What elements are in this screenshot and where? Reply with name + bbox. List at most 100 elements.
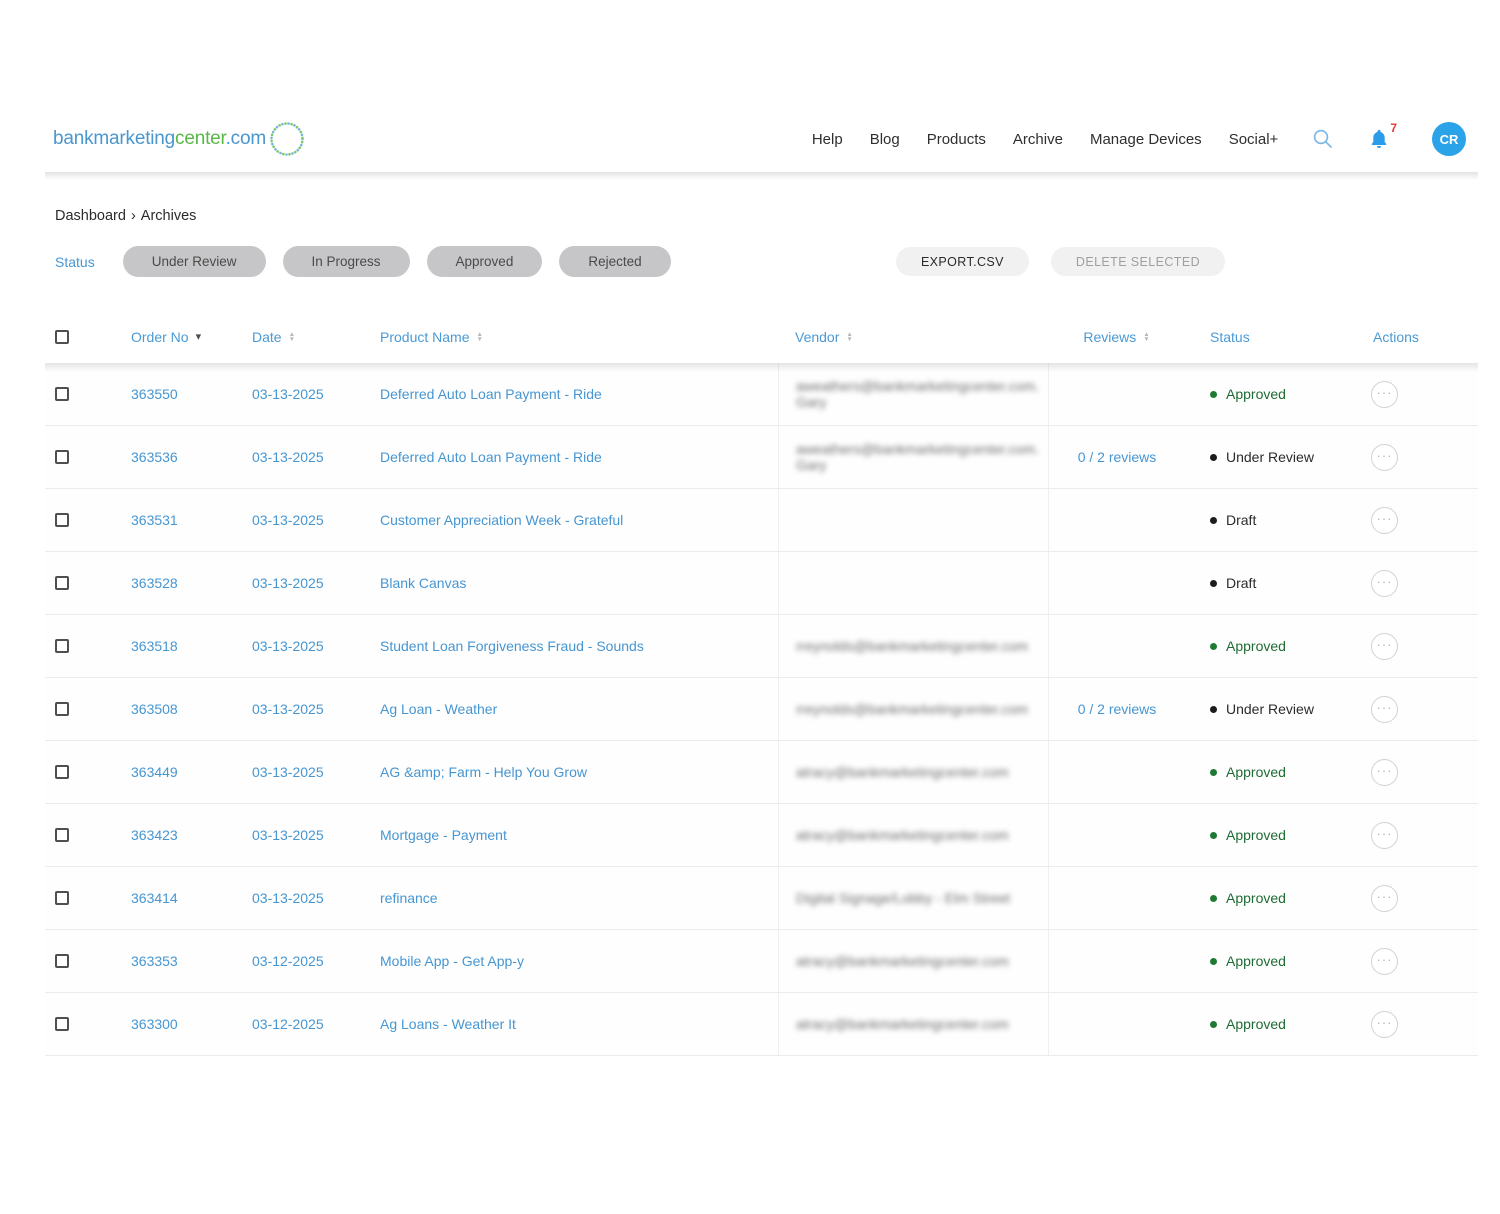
vendor-text: rreynolds@bankmarketingcenter.com xyxy=(796,638,1028,654)
logo[interactable]: bankmarketingcenter.com xyxy=(53,128,292,150)
row-actions-button[interactable]: ··· xyxy=(1371,507,1398,534)
row-actions-button[interactable]: ··· xyxy=(1371,948,1398,975)
col-header-vendor[interactable]: Vendor ▲▼ xyxy=(778,329,1048,345)
col-header-reviews[interactable]: Reviews ▲▼ xyxy=(1048,329,1185,345)
ellipsis-icon: ··· xyxy=(1377,574,1393,589)
nav-manage-devices[interactable]: Manage Devices xyxy=(1090,131,1202,148)
export-csv-button[interactable]: EXPORT.CSV xyxy=(896,247,1029,276)
row-checkbox[interactable] xyxy=(55,765,69,779)
ellipsis-icon: ··· xyxy=(1377,889,1393,904)
breadcrumb-dashboard[interactable]: Dashboard xyxy=(55,208,126,224)
product-name-link[interactable]: Ag Loans - Weather It xyxy=(380,1016,516,1032)
row-actions-button[interactable]: ··· xyxy=(1371,1011,1398,1038)
nav-blog[interactable]: Blog xyxy=(870,131,900,148)
status-label: Approved xyxy=(1226,386,1286,402)
status-label: Draft xyxy=(1226,512,1256,528)
nav-archive[interactable]: Archive xyxy=(1013,131,1063,148)
product-name-link[interactable]: Customer Appreciation Week - Grateful xyxy=(380,512,623,528)
reviews-link[interactable]: 0 / 2 reviews xyxy=(1078,701,1157,717)
product-name-link[interactable]: Mortgage - Payment xyxy=(380,827,507,843)
row-actions-button[interactable]: ··· xyxy=(1371,381,1398,408)
status-dot xyxy=(1210,391,1217,398)
nav-products[interactable]: Products xyxy=(927,131,986,148)
row-checkbox[interactable] xyxy=(55,954,69,968)
reviews-link[interactable]: 0 / 2 reviews xyxy=(1078,449,1157,465)
logo-text-green: center xyxy=(175,128,226,149)
row-actions-button[interactable]: ··· xyxy=(1371,570,1398,597)
table-row: 363536 03-13-2025 Deferred Auto Loan Pay… xyxy=(45,426,1478,489)
status-dot xyxy=(1210,706,1217,713)
select-all-cell xyxy=(45,330,131,344)
filter-in-progress-button[interactable]: In Progress xyxy=(283,246,410,277)
date-text: 03-13-2025 xyxy=(252,890,324,906)
order-no-link[interactable]: 363528 xyxy=(131,575,178,591)
row-checkbox[interactable] xyxy=(55,702,69,716)
row-checkbox[interactable] xyxy=(55,513,69,527)
order-no-link[interactable]: 363353 xyxy=(131,953,178,969)
status-label: Approved xyxy=(1226,764,1286,780)
order-no-link[interactable]: 363300 xyxy=(131,1016,178,1032)
col-header-order-no[interactable]: Order No ▾ xyxy=(131,329,252,345)
table-header: Order No ▾ Date ▲▼ Product Name ▲▼ Vendo… xyxy=(45,311,1478,363)
order-no-link[interactable]: 363508 xyxy=(131,701,178,717)
product-name-link[interactable]: Student Loan Forgiveness Fraud - Sounds xyxy=(380,638,644,654)
date-text: 03-13-2025 xyxy=(252,827,324,843)
row-checkbox[interactable] xyxy=(55,639,69,653)
col-header-actions: Actions xyxy=(1340,329,1478,345)
product-name-link[interactable]: Mobile App - Get App-y xyxy=(380,953,524,969)
filter-under-review-button[interactable]: Under Review xyxy=(123,246,266,277)
row-actions-button[interactable]: ··· xyxy=(1371,885,1398,912)
ellipsis-icon: ··· xyxy=(1377,1015,1393,1030)
product-name-link[interactable]: Deferred Auto Loan Payment - Ride xyxy=(380,449,602,465)
row-actions-button[interactable]: ··· xyxy=(1371,759,1398,786)
filter-rejected-button[interactable]: Rejected xyxy=(559,246,670,277)
sort-desc-icon: ▾ xyxy=(196,332,202,343)
delete-selected-button[interactable]: DELETE SELECTED xyxy=(1051,247,1225,276)
sort-icon: ▲▼ xyxy=(476,332,482,343)
product-name-link[interactable]: Ag Loan - Weather xyxy=(380,701,497,717)
row-checkbox[interactable] xyxy=(55,387,69,401)
table-row: 363414 03-13-2025 refinance Digital Sign… xyxy=(45,867,1478,930)
row-checkbox[interactable] xyxy=(55,1017,69,1031)
order-no-link[interactable]: 363449 xyxy=(131,764,178,780)
row-actions-button[interactable]: ··· xyxy=(1371,822,1398,849)
select-all-checkbox[interactable] xyxy=(55,330,69,344)
row-checkbox[interactable] xyxy=(55,828,69,842)
order-no-link[interactable]: 363550 xyxy=(131,386,178,402)
main-nav: Help Blog Products Archive Manage Device… xyxy=(812,122,1466,156)
product-name-link[interactable]: refinance xyxy=(380,890,438,906)
breadcrumb: Dashboard›Archives xyxy=(55,208,1478,224)
date-text: 03-13-2025 xyxy=(252,575,324,591)
notifications-button[interactable]: 7 xyxy=(1368,128,1397,150)
order-no-link[interactable]: 363536 xyxy=(131,449,178,465)
order-no-link[interactable]: 363531 xyxy=(131,512,178,528)
vendor-text: aweathers@bankmarketingcenter.com. Gary xyxy=(796,441,1048,473)
filter-approved-button[interactable]: Approved xyxy=(427,246,543,277)
nav-help[interactable]: Help xyxy=(812,131,843,148)
row-checkbox[interactable] xyxy=(55,450,69,464)
row-checkbox[interactable] xyxy=(55,576,69,590)
row-checkbox[interactable] xyxy=(55,891,69,905)
vendor-text: atracy@bankmarketingcenter.com xyxy=(796,953,1009,969)
nav-social[interactable]: Social+ xyxy=(1229,131,1279,148)
col-header-date[interactable]: Date ▲▼ xyxy=(252,329,380,345)
order-no-link[interactable]: 363518 xyxy=(131,638,178,654)
order-no-link[interactable]: 363414 xyxy=(131,890,178,906)
product-name-link[interactable]: AG &amp; Farm - Help You Grow xyxy=(380,764,587,780)
search-icon[interactable] xyxy=(1311,127,1335,151)
row-actions-button[interactable]: ··· xyxy=(1371,696,1398,723)
row-actions-button[interactable]: ··· xyxy=(1371,633,1398,660)
order-no-link[interactable]: 363423 xyxy=(131,827,178,843)
ellipsis-icon: ··· xyxy=(1377,952,1393,967)
product-name-link[interactable]: Deferred Auto Loan Payment - Ride xyxy=(380,386,602,402)
table-row: 363353 03-12-2025 Mobile App - Get App-y… xyxy=(45,930,1478,993)
status-label: Approved xyxy=(1226,638,1286,654)
row-actions-button[interactable]: ··· xyxy=(1371,444,1398,471)
vendor-text: rreynolds@bankmarketingcenter.com xyxy=(796,701,1028,717)
col-header-product-name[interactable]: Product Name ▲▼ xyxy=(380,329,778,345)
avatar[interactable]: CR xyxy=(1432,122,1466,156)
notification-count-badge: 7 xyxy=(1390,121,1397,135)
date-text: 03-12-2025 xyxy=(252,1016,324,1032)
product-name-link[interactable]: Blank Canvas xyxy=(380,575,466,591)
ellipsis-icon: ··· xyxy=(1377,826,1393,841)
